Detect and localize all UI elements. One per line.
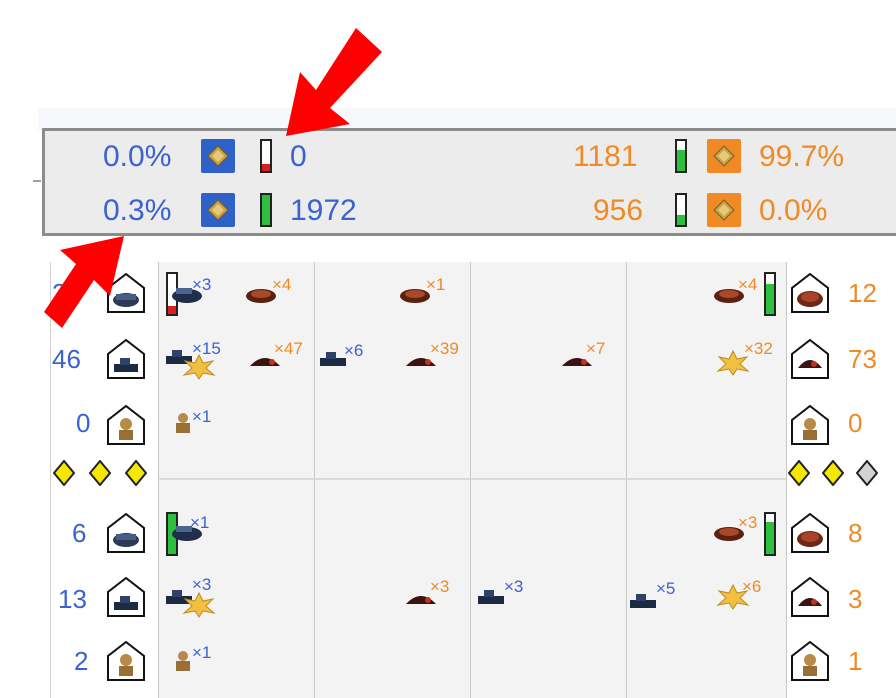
crawler-building-icon — [791, 338, 829, 379]
top-orange-mult-2: ×47 — [274, 339, 303, 358]
tank-building-icon — [107, 512, 145, 553]
top-left-count-2: 46 — [52, 344, 81, 374]
bottom-blue-mult-2: ×3 — [192, 575, 212, 594]
lane-divider — [158, 478, 786, 480]
yellow-gem-icon — [125, 460, 147, 486]
grid-divider — [626, 262, 627, 698]
bug-building-icon — [791, 272, 829, 313]
bottom-orange-mult-2: ×6 — [742, 577, 762, 596]
bug-building-icon — [791, 512, 829, 553]
left-row1-health-bar — [260, 139, 272, 173]
yellow-gem-icon — [822, 460, 844, 486]
top-blue-mult-1: ×3 — [192, 275, 212, 294]
yellow-gem-icon — [788, 460, 810, 486]
soldier-building-icon — [107, 338, 145, 379]
left-row1-percent: 0.0% — [103, 140, 172, 173]
top-left-count-3: 0 — [76, 408, 91, 438]
grid-divider — [470, 262, 471, 698]
soldier-building-icon — [107, 576, 145, 617]
right-row2-health-bar — [675, 193, 687, 227]
gold-diamond-orange-icon — [707, 139, 741, 173]
left-row1-value: 0 — [290, 140, 307, 173]
grid-divider — [314, 262, 315, 698]
gold-diamond-orange-icon — [707, 193, 741, 227]
left-row2-percent: 0.3% — [103, 194, 172, 227]
bottom-orange-mult-3: ×3 — [738, 513, 758, 532]
bottom-orange-mult-1: ×3 — [430, 577, 450, 596]
top-right-count-2: 73 — [848, 344, 877, 374]
left-row2-health-bar — [260, 193, 272, 227]
top-blue-mult-2: ×15 — [192, 339, 221, 358]
worker-building-icon — [107, 640, 145, 681]
explosion-icon — [182, 592, 216, 618]
top-orange-mult-5: ×7 — [586, 339, 606, 358]
right-row1-value: 1181 — [573, 140, 638, 173]
top-orange-mult-6: ×4 — [738, 275, 758, 294]
top-blue-mult-3: ×1 — [192, 407, 212, 426]
right-row1-health-bar — [675, 139, 687, 173]
top-orange-mult-3: ×1 — [426, 275, 446, 294]
top-right-count-1: 12 — [848, 278, 877, 308]
unit-health-bar — [764, 272, 776, 316]
top-blue-mult-4: ×6 — [344, 341, 364, 360]
top-orange-mult-1: ×4 — [272, 275, 292, 294]
score-panel: 0.0% 0 0.3% 1972 1181 99.7% 956 0.0% — [42, 128, 896, 236]
top-orange-mult-4: ×39 — [430, 339, 459, 358]
gold-diamond-blue-icon — [201, 193, 235, 227]
red-arrow-top — [286, 28, 382, 136]
left-tick — [33, 180, 41, 182]
bottom-left-count-2: 13 — [58, 584, 87, 614]
top-right-count-3: 0 — [848, 408, 863, 438]
worker-building-icon — [791, 640, 829, 681]
bottom-blue-mult-3: ×1 — [192, 643, 212, 662]
bottom-right-count-1: 8 — [848, 518, 863, 548]
worker-building-icon — [107, 404, 145, 445]
gold-diamond-blue-icon — [201, 139, 235, 173]
unit-health-bar — [764, 512, 776, 556]
right-row1-percent: 99.7% — [759, 140, 845, 173]
grid-divider — [158, 262, 159, 698]
bottom-left-count-1: 6 — [72, 518, 87, 548]
bottom-right-count-2: 3 — [848, 584, 863, 614]
bottom-right-count-3: 1 — [848, 646, 863, 676]
yellow-gem-icon — [89, 460, 111, 486]
bottom-left-count-3: 2 — [74, 646, 89, 676]
crawler-building-icon — [791, 576, 829, 617]
top-orange-mult-7: ×32 — [744, 339, 773, 358]
left-row2-value: 1972 — [290, 194, 357, 227]
bottom-blue-mult-5: ×5 — [656, 579, 676, 598]
right-row2-percent: 0.0% — [759, 194, 828, 227]
red-arrow-left — [44, 236, 124, 328]
top-band — [38, 108, 896, 130]
worker-building-icon — [791, 404, 829, 445]
bottom-blue-mult-4: ×3 — [504, 577, 524, 596]
lane-grid: 2 46 0 6 13 2 12 73 0 8 3 1 ×3 ×4 ×15 ×4… — [50, 262, 896, 698]
yellow-gem-icon — [53, 460, 75, 486]
grid-divider — [786, 262, 787, 698]
gray-gem-icon — [856, 460, 878, 486]
right-row2-value: 956 — [593, 194, 644, 227]
bottom-blue-mult-1: ×1 — [190, 513, 210, 532]
